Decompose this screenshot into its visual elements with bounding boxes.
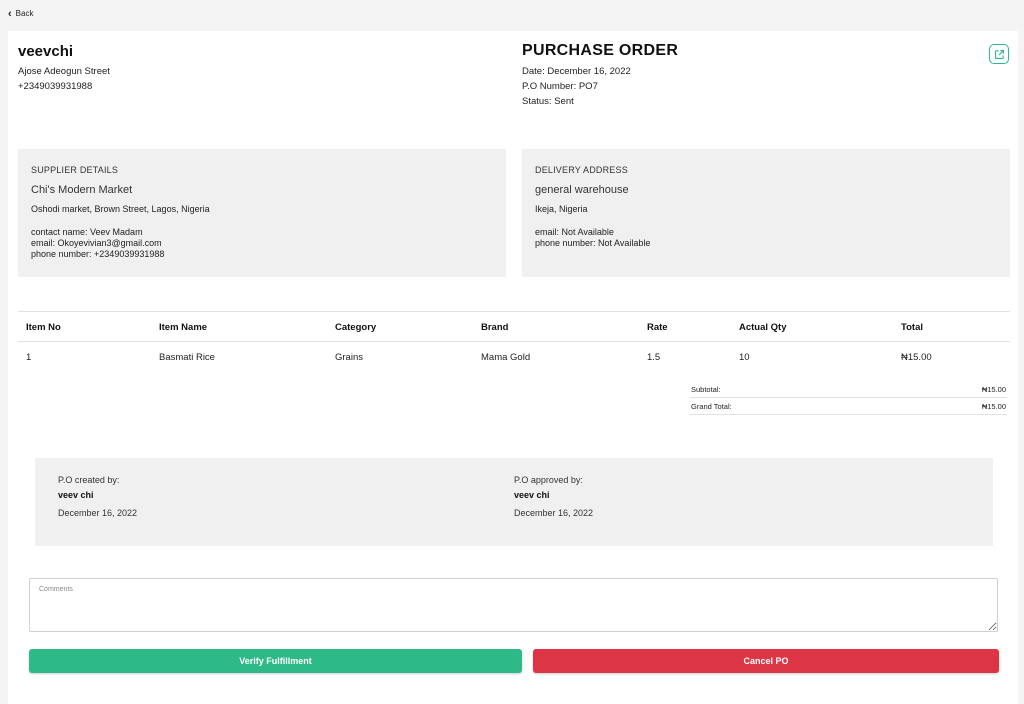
col-header-category: Category [335,322,377,333]
po-number: P.O Number: PO7 [522,81,598,92]
subtotal-value: ₦15.00 [981,385,1006,394]
cell-category: Grains [335,352,363,363]
delivery-phone: phone number: Not Available [535,238,651,248]
delivery-address-panel: DELIVERY ADDRESS general warehouse Ikeja… [522,149,1010,277]
share-icon [994,49,1004,59]
approval-panel: P.O created by: veev chi December 16, 20… [35,458,993,546]
table-row: 1 Basmati Rice Grains Mama Gold 1.5 10 ₦… [18,342,1010,373]
created-by-name: veev chi [58,490,94,500]
share-button[interactable] [989,44,1009,64]
delivery-name: general warehouse [535,184,629,196]
back-label: Back [15,9,34,18]
col-header-brand: Brand [481,322,509,333]
delivery-heading: DELIVERY ADDRESS [535,165,628,175]
po-status: Status: Sent [522,96,574,107]
cell-brand: Mama Gold [481,352,531,363]
business-street: Ajose Adeogun Street [18,66,110,77]
cell-rate: 1.5 [647,352,661,363]
supplier-contact-name: contact name: Veev Madam [31,227,143,237]
grand-total-row: Grand Total: ₦15.00 [690,398,1007,415]
col-header-rate: Rate [647,322,668,333]
cell-total: ₦15.00 [901,352,932,363]
created-date: December 16, 2022 [58,508,138,518]
top-bar: ‹ Back [0,0,1024,30]
delivery-email: email: Not Available [535,227,614,237]
table-header-row: Item No Item Name Category Brand Rate Ac… [18,311,1010,342]
col-header-total: Total [901,322,923,333]
po-date: Date: December 16, 2022 [522,66,631,77]
cancel-po-button[interactable]: Cancel PO [533,649,999,673]
approved-date: December 16, 2022 [514,508,594,518]
supplier-details-panel: SUPPLIER DETAILS Chi's Modern Market Osh… [18,149,506,277]
cell-actual-qty: 10 [739,352,750,363]
approved-by-name: veev chi [514,490,550,500]
chevron-left-icon: ‹ [8,7,12,20]
business-name: veevchi [18,43,74,60]
col-header-actual-qty: Actual Qty [739,322,787,333]
supplier-address: Oshodi market, Brown Street, Lagos, Nige… [31,204,210,214]
approved-by-label: P.O approved by: [514,475,583,485]
verify-fulfillment-button[interactable]: Verify Fulfillment [29,649,522,673]
comments-input[interactable] [29,578,998,632]
delivery-address: Ikeja, Nigeria [535,204,588,214]
created-by-label: P.O created by: [58,475,120,485]
purchase-order-card: veevchi Ajose Adeogun Street +2349039931… [8,31,1018,704]
supplier-phone: phone number: +2349039931988 [31,249,165,259]
supplier-heading: SUPPLIER DETAILS [31,165,119,175]
cell-item-name: Basmati Rice [159,352,215,363]
supplier-email: email: Okoyevivian3@gmail.com [31,238,162,248]
supplier-name: Chi's Modern Market [31,184,133,196]
grand-total-value: ₦15.00 [981,402,1006,411]
grand-total-label: Grand Total: [691,402,732,411]
col-header-item-name: Item Name [159,322,208,333]
subtotal-row: Subtotal: ₦15.00 [690,381,1007,398]
cell-item-no: 1 [26,352,32,363]
back-button[interactable]: ‹ Back [8,7,34,20]
col-header-item-no: Item No [26,322,61,333]
subtotal-label: Subtotal: [691,385,721,394]
business-phone: +2349039931988 [18,81,93,92]
page-title: PURCHASE ORDER [522,42,679,59]
